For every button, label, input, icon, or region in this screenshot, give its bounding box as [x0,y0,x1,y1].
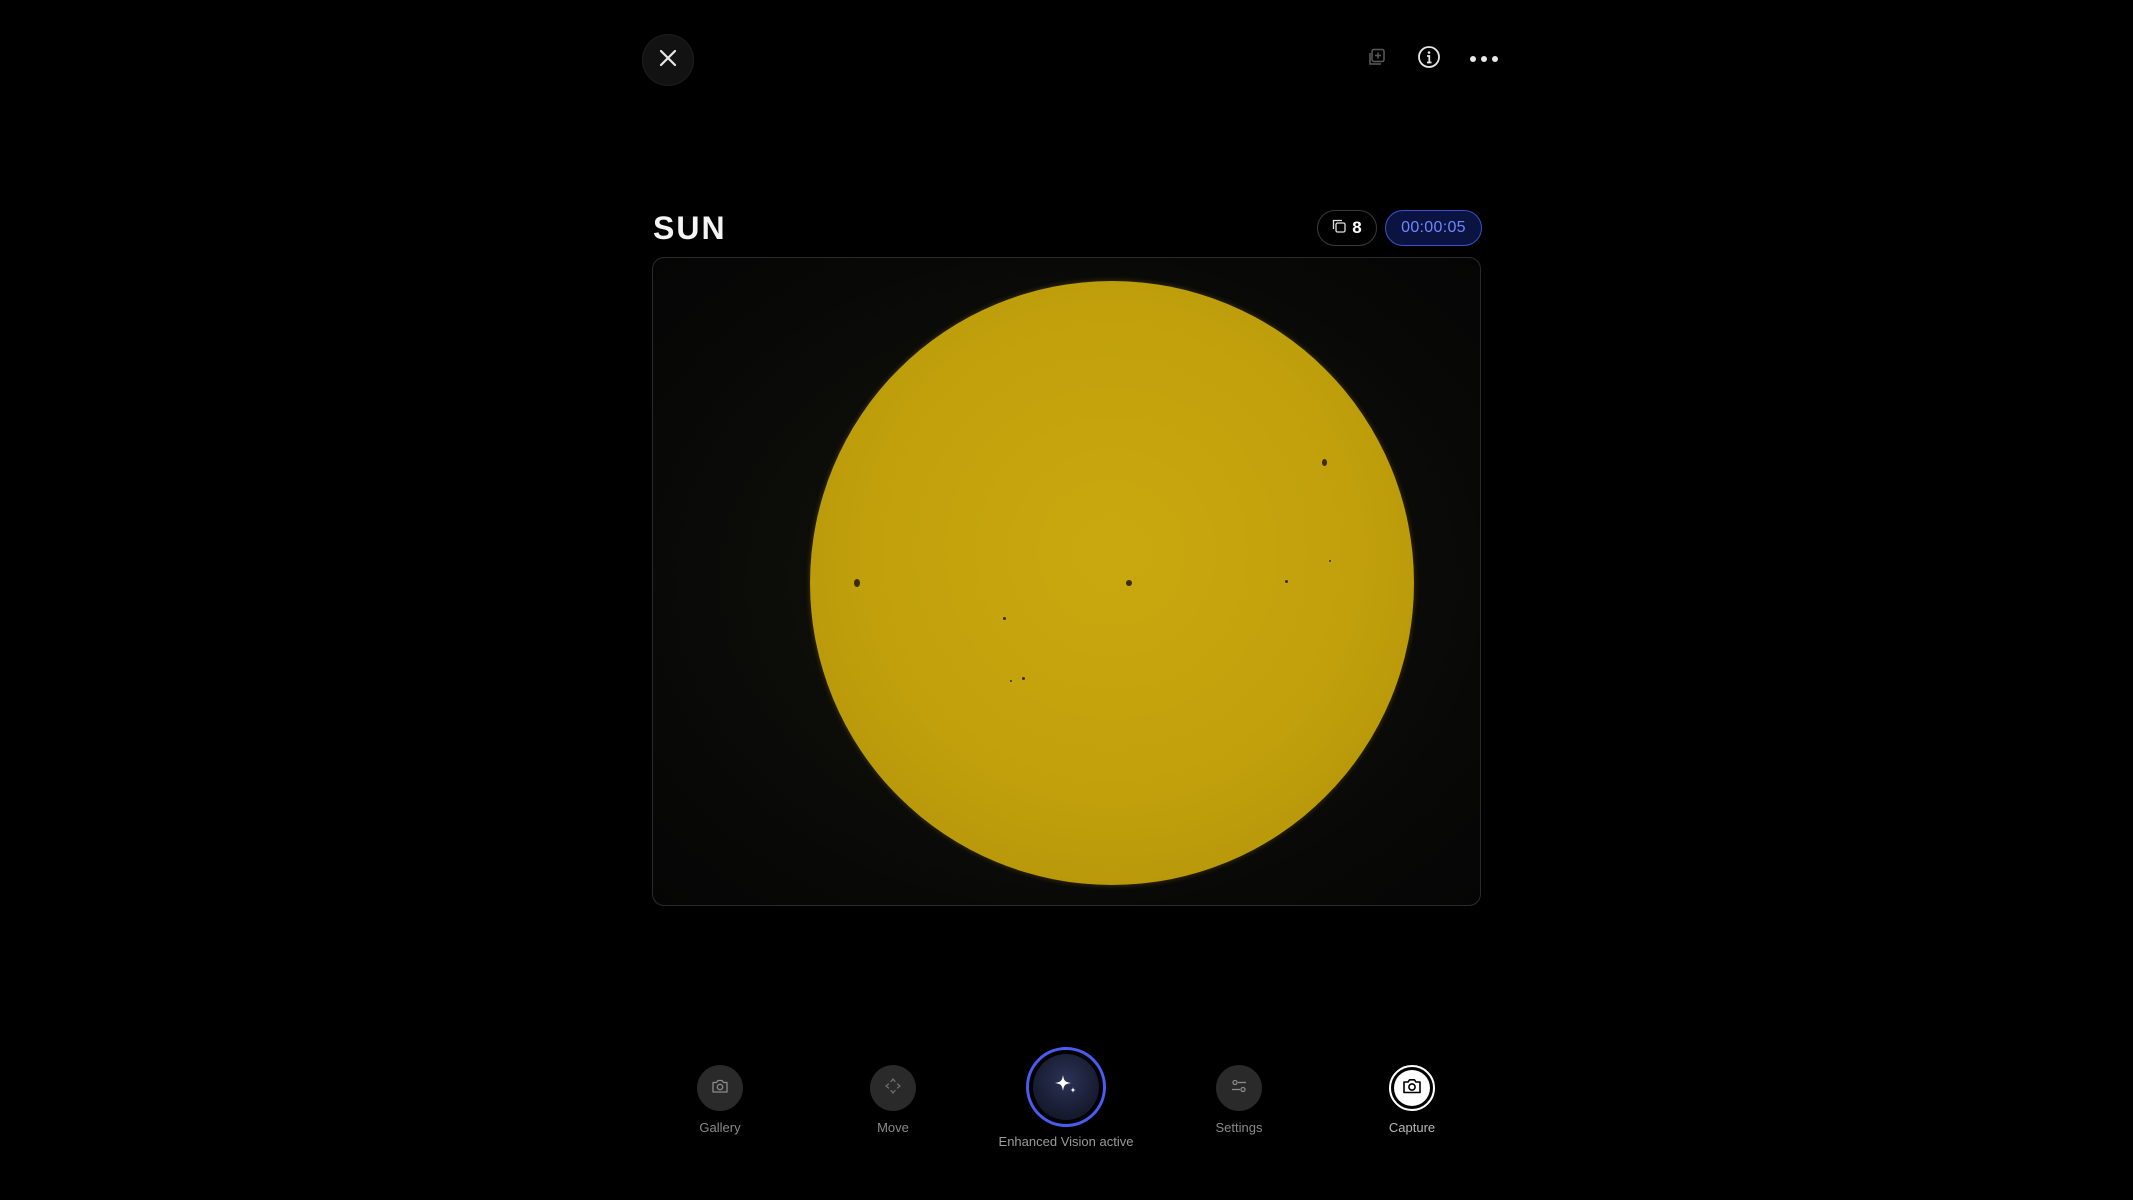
enhanced-vision-button[interactable] [1026,1047,1106,1127]
enhanced-vision-label: Enhanced Vision active [998,1134,1134,1149]
capture-label: Capture [1388,1120,1436,1135]
gallery-control[interactable]: Gallery [680,1065,760,1135]
enhanced-vision-control[interactable]: Enhanced Vision active [986,1047,1146,1149]
move-control[interactable]: Move [853,1065,933,1135]
move-button[interactable] [870,1065,916,1111]
app-screen: SUN 8 00:00:05 Gallery Move Enhanced Vis… [0,0,2133,1200]
target-title: SUN [653,210,727,246]
settings-button[interactable] [1216,1065,1262,1111]
gallery-label: Gallery [699,1120,741,1135]
camera-icon [711,1078,729,1099]
capture-control[interactable]: Capture [1372,1065,1452,1135]
sparkle-icon [1051,1070,1081,1105]
sliders-icon [1230,1078,1248,1099]
settings-label: Settings [1215,1120,1263,1135]
more-icon [1469,50,1499,68]
add-to-stack-button[interactable] [1362,44,1392,74]
capture-button[interactable] [1389,1065,1435,1111]
gallery-button[interactable] [697,1065,743,1111]
move-icon [884,1077,902,1100]
enhanced-vision-inner [1033,1054,1099,1120]
exposure-timer: 00:00:05 [1385,210,1482,246]
info-icon [1417,45,1441,74]
close-button[interactable] [642,34,694,86]
close-icon [658,48,678,73]
capture-inner [1394,1070,1430,1106]
move-label: Move [877,1120,909,1135]
camera-icon [1402,1077,1422,1100]
stack-icon [1332,218,1346,238]
live-preview[interactable] [652,257,1481,906]
stack-count-badge[interactable]: 8 [1317,210,1377,246]
sun-image [810,281,1414,885]
add-to-stack-icon [1367,47,1387,72]
settings-control[interactable]: Settings [1199,1065,1279,1135]
info-button[interactable] [1414,44,1444,74]
stack-count: 8 [1352,218,1362,237]
more-button[interactable] [1468,44,1500,74]
